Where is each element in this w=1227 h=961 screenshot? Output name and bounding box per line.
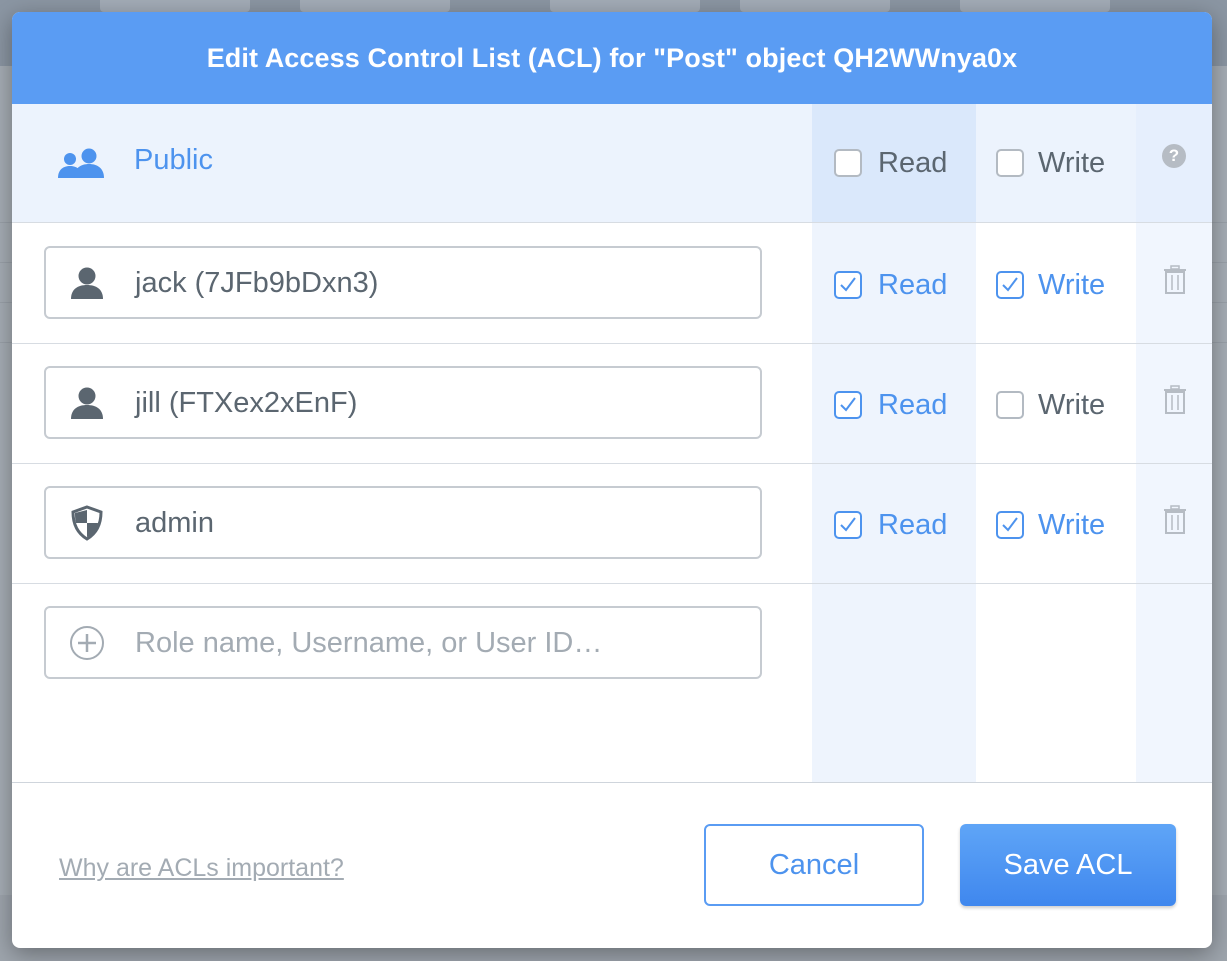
- public-read-checkbox[interactable]: [834, 149, 862, 177]
- public-label: Public: [134, 144, 213, 176]
- read-label[interactable]: Read: [878, 389, 947, 422]
- read-checkbox[interactable]: [834, 391, 862, 419]
- write-checkbox[interactable]: [996, 271, 1024, 299]
- public-write-label[interactable]: Write: [1038, 147, 1105, 180]
- check-icon: [840, 397, 856, 412]
- entry-field[interactable]: jack (7JFb9bDxn3): [44, 246, 762, 319]
- entry-field[interactable]: jill (FTXex2xEnF): [44, 366, 762, 439]
- trash-icon[interactable]: [1163, 385, 1187, 415]
- check-icon: [1002, 277, 1018, 292]
- background-tab: [740, 0, 890, 12]
- background-tab: [100, 0, 250, 12]
- read-checkbox[interactable]: [834, 271, 862, 299]
- write-label[interactable]: Write: [1038, 269, 1105, 302]
- read-label[interactable]: Read: [878, 269, 947, 302]
- footer-divider: [12, 782, 1212, 783]
- entry-name: jill (FTXex2xEnF): [135, 387, 358, 419]
- public-row: Public Read Write ?: [12, 104, 1212, 222]
- shield-icon: [71, 505, 103, 541]
- check-icon: [840, 517, 856, 532]
- plus-circle-icon[interactable]: [68, 624, 106, 662]
- dialog-title: Edit Access Control List (ACL) for "Post…: [12, 12, 1212, 104]
- write-label[interactable]: Write: [1038, 389, 1105, 422]
- write-checkbox[interactable]: [996, 391, 1024, 419]
- acl-dialog: Edit Access Control List (ACL) for "Post…: [12, 12, 1212, 948]
- new-entry-input[interactable]: Role name, Username, or User ID…: [44, 606, 762, 679]
- trash-icon[interactable]: [1163, 265, 1187, 295]
- entry-name: jack (7JFb9bDxn3): [135, 267, 379, 299]
- question-circle-icon[interactable]: ?: [1162, 144, 1186, 168]
- user-icon: [71, 267, 103, 299]
- public-write-checkbox[interactable]: [996, 149, 1024, 177]
- check-icon: [840, 277, 856, 292]
- background-tab: [550, 0, 700, 12]
- save-acl-button[interactable]: Save ACL: [960, 824, 1176, 906]
- user-icon: [71, 387, 103, 419]
- write-label[interactable]: Write: [1038, 509, 1105, 542]
- new-entry-row: Role name, Username, or User ID…: [12, 583, 1212, 773]
- background-tab: [300, 0, 450, 12]
- entry-field[interactable]: admin: [44, 486, 762, 559]
- trash-icon[interactable]: [1163, 505, 1187, 535]
- public-read-label[interactable]: Read: [878, 147, 947, 180]
- new-entry-placeholder: Role name, Username, or User ID…: [135, 627, 603, 659]
- acl-entry-row: jack (7JFb9bDxn3) Read Write: [12, 223, 1212, 343]
- background-tab: [960, 0, 1110, 12]
- cancel-button[interactable]: Cancel: [704, 824, 924, 906]
- acl-entry-row: admin Read Write: [12, 463, 1212, 583]
- users-icon: [58, 148, 104, 178]
- acl-help-link[interactable]: Why are ACLs important?: [59, 854, 344, 883]
- acl-entry-row: jill (FTXex2xEnF) Read Write: [12, 343, 1212, 463]
- read-checkbox[interactable]: [834, 511, 862, 539]
- entry-name: admin: [135, 507, 214, 539]
- write-checkbox[interactable]: [996, 511, 1024, 539]
- read-label[interactable]: Read: [878, 509, 947, 542]
- check-icon: [1002, 517, 1018, 532]
